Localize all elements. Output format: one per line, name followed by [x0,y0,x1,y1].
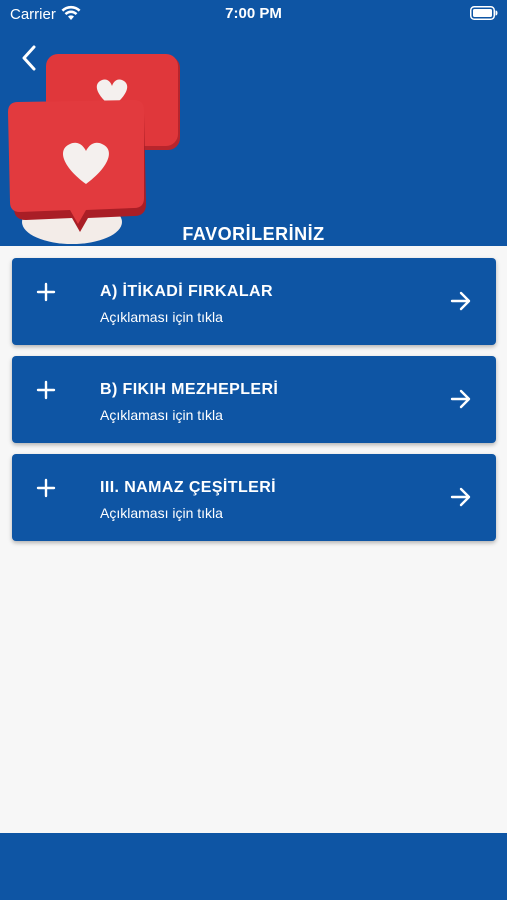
battery-icon [470,6,498,25]
arrow-right-icon[interactable] [449,290,473,317]
plus-icon[interactable] [36,380,56,405]
favorites-list: A) İTİKADİ FIRKALAR Açıklaması için tıkl… [12,258,496,552]
favorite-item-subtitle: Açıklaması için tıkla [100,505,223,521]
favorite-item-title: A) İTİKADİ FIRKALAR [100,283,273,300]
favorite-item[interactable]: III. NAMAZ ÇEŞİTLERİ Açıklaması için tık… [12,454,496,541]
plus-icon[interactable] [36,282,56,307]
plus-icon[interactable] [36,478,56,503]
arrow-right-icon[interactable] [449,486,473,513]
favorite-item[interactable]: B) FIKIH MEZHEPLERİ Açıklaması için tıkl… [12,356,496,443]
page-title: FAVORİLERİNİZ [182,224,325,244]
favorite-item-subtitle: Açıklaması için tıkla [100,407,223,423]
bottom-bar [0,833,507,900]
heart-bubbles-illustration [4,54,186,246]
status-bar: Carrier 7:00 PM [0,0,507,28]
favorite-item[interactable]: A) İTİKADİ FIRKALAR Açıklaması için tıkl… [12,258,496,345]
header: Carrier 7:00 PM FAVORİLERİNİZ [0,0,507,246]
favorite-item-title: B) FIKIH MEZHEPLERİ [100,381,279,398]
arrow-right-icon[interactable] [449,388,473,415]
favorite-item-subtitle: Açıklaması için tıkla [100,309,223,325]
favorite-item-title: III. NAMAZ ÇEŞİTLERİ [100,479,276,496]
status-time: 7:00 PM [225,5,282,22]
